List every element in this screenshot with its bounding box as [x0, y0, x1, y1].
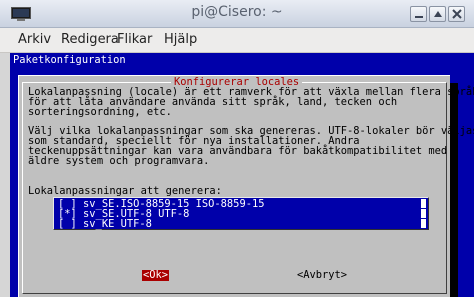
backtitle: Paketkonfiguration	[13, 54, 126, 66]
ok-button[interactable]: <Ok>	[142, 270, 170, 281]
locale-checklist[interactable]: [ ] sv_SE.ISO-8859-15 ISO-8859-15 [*] sv…	[53, 197, 429, 230]
window-titlebar: pi@Cisero: ~	[0, 0, 474, 28]
menu-item-hjalp[interactable]: Hjälp	[164, 32, 197, 47]
close-icon	[452, 9, 462, 19]
menu-bar: Arkiv Redigera Flikar Hjälp	[0, 28, 474, 53]
scrollbar-block[interactable]	[421, 209, 426, 218]
scrollbar-block[interactable]	[421, 199, 426, 208]
menu-item-arkiv[interactable]: Arkiv	[18, 32, 51, 47]
scrollbar-block[interactable]	[421, 219, 426, 228]
checkbox-mark[interactable]: [ ]	[58, 218, 77, 230]
description-line: äldre system och programvara.	[28, 155, 210, 167]
minimize-icon	[415, 16, 423, 18]
terminal-area[interactable]: Paketkonfiguration Konfigurerar locales …	[10, 53, 474, 297]
window-title: pi@Cisero: ~	[191, 4, 283, 20]
cancel-button[interactable]: <Avbryt>	[297, 270, 347, 281]
menu-item-flikar[interactable]: Flikar	[117, 32, 152, 47]
config-dialog: Konfigurerar locales Lokalanpassning (lo…	[18, 75, 474, 297]
terminal-margin	[0, 53, 10, 297]
close-button[interactable]	[448, 6, 465, 22]
maximize-button[interactable]	[429, 6, 446, 22]
minimize-button[interactable]	[410, 6, 427, 22]
locale-label: sv_KE UTF-8	[83, 218, 152, 230]
maximize-icon	[434, 11, 442, 17]
description-line: sorteringsordning, etc.	[28, 106, 172, 118]
locale-option[interactable]: [ ] sv_KE UTF-8	[58, 219, 418, 229]
menu-item-redigera[interactable]: Redigera	[61, 32, 119, 47]
list-label: Lokalanpassningar att generera:	[28, 185, 222, 197]
